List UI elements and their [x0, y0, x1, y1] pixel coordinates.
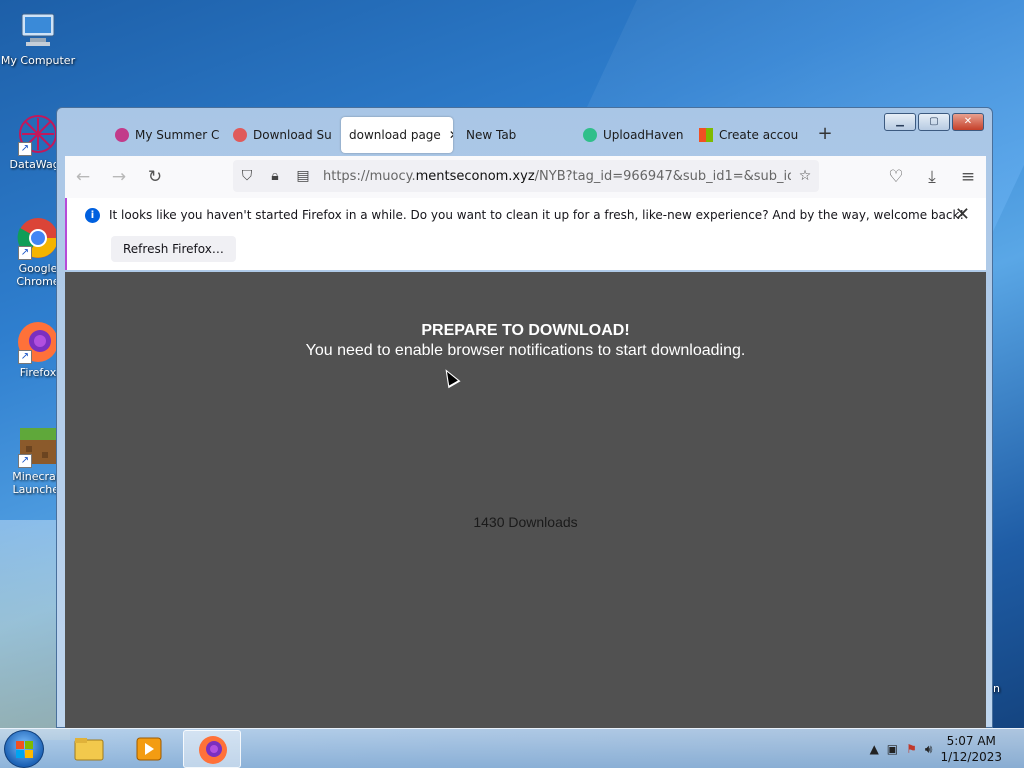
shortcut-arrow-icon: ↗ — [18, 142, 32, 156]
new-tab-button[interactable]: + — [811, 117, 839, 153]
firefox-icon — [199, 736, 227, 764]
tab-uploadhaven[interactable]: UploadHaven — [575, 117, 685, 153]
maximize-button[interactable]: ▢ — [918, 113, 950, 131]
page-title: PREPARE TO DOWNLOAD! — [421, 322, 630, 339]
tab-label: New Tab — [466, 128, 517, 142]
shortcut-arrow-icon: ↗ — [18, 454, 32, 468]
taskbar-media-player[interactable] — [120, 730, 178, 768]
network-icon[interactable]: ▣ — [887, 742, 898, 756]
url-text[interactable]: https://muocy.mentseconom.xyz/NYB?tag_id… — [317, 169, 791, 184]
minimize-button[interactable]: ▁ — [884, 113, 916, 131]
tab-download-page[interactable]: download page ✕ — [341, 117, 453, 153]
taskbar-firefox[interactable] — [183, 730, 241, 768]
back-button[interactable]: ← — [65, 161, 101, 193]
shortcut-arrow-icon: ↗ — [18, 246, 32, 260]
volume-icon[interactable]: 🔊︎ — [925, 742, 933, 757]
tab-label: Create accou — [719, 128, 799, 142]
chrome-icon: ↗ — [16, 216, 60, 260]
bookmark-star-icon[interactable]: ☆ — [791, 168, 819, 184]
taskbar: ▲ ▣ ⚑ 🔊︎ 5:07 AM 1/12/2023 — [0, 728, 1024, 768]
tab-my-summer[interactable]: My Summer C — [107, 117, 219, 153]
desktop-icon-my-computer[interactable]: My Computer — [0, 8, 76, 67]
tab-create-account[interactable]: Create accou — [691, 117, 801, 153]
tab-strip: My Summer C Download Su download page ✕ … — [65, 117, 872, 153]
microsoft-icon — [699, 128, 713, 142]
downloads-icon[interactable]: ⤓ — [914, 161, 950, 193]
system-tray: ▲ ▣ ⚑ 🔊︎ 5:07 AM 1/12/2023 — [870, 729, 1024, 768]
computer-icon — [16, 8, 60, 52]
clock-date: 1/12/2023 — [940, 750, 1002, 764]
clock[interactable]: 5:07 AM 1/12/2023 — [940, 733, 1002, 765]
shortcut-arrow-icon: ↗ — [18, 350, 32, 364]
shield-icon[interactable]: ⛉ — [233, 168, 261, 184]
page-content: PREPARE TO DOWNLOAD! You need to enable … — [65, 272, 986, 729]
reload-button[interactable]: ↻ — [137, 161, 173, 193]
info-icon: i — [85, 208, 100, 223]
firefox-window: ▁ ▢ ✕ My Summer C Download Su download p… — [56, 107, 993, 729]
navigation-bar: ← → ↻ ⛉ 🔒︎ ▤ https://muocy.mentseconom.x… — [65, 156, 986, 198]
tab-label: My Summer C — [135, 128, 219, 142]
favicon-icon — [115, 128, 129, 142]
favicon-icon — [583, 128, 597, 142]
permissions-icon[interactable]: ▤ — [289, 168, 317, 184]
close-notification-icon[interactable]: ✕ — [955, 204, 970, 225]
refresh-notification-bar: i It looks like you haven't started Fire… — [65, 198, 986, 270]
pocket-icon[interactable]: ♡ — [878, 161, 914, 193]
media-player-icon — [136, 737, 162, 761]
windows-logo-icon — [16, 741, 34, 759]
taskbar-explorer[interactable] — [60, 730, 118, 768]
notification-message: It looks like you haven't started Firefo… — [109, 208, 965, 222]
firefox-icon: ↗ — [16, 320, 60, 364]
page-subtitle: You need to enable browser notifications… — [305, 342, 746, 359]
lock-icon[interactable]: 🔒︎ — [261, 168, 289, 184]
tab-new-tab[interactable]: New Tab — [458, 117, 568, 153]
action-center-flag-icon[interactable]: ⚑ — [906, 742, 917, 756]
tab-label: UploadHaven — [603, 128, 684, 142]
tab-download-su[interactable]: Download Su — [225, 117, 335, 153]
close-tab-icon[interactable]: ✕ — [449, 128, 453, 142]
menu-icon[interactable]: ≡ — [950, 161, 986, 193]
download-count: 1430 Downloads — [473, 514, 578, 530]
refresh-firefox-button[interactable]: Refresh Firefox… — [111, 236, 236, 262]
tab-label: Download Su — [253, 128, 332, 142]
url-bar[interactable]: ⛉ 🔒︎ ▤ https://muocy.mentseconom.xyz/NYB… — [233, 160, 819, 192]
desktop-icon-label: My Computer — [0, 54, 76, 67]
datawago-icon: ↗ — [16, 112, 60, 156]
forward-button[interactable]: → — [101, 161, 137, 193]
close-window-button[interactable]: ✕ — [952, 113, 984, 131]
show-hidden-icons-icon[interactable]: ▲ — [870, 742, 879, 756]
toolbar-right: ♡ ⤓ ≡ — [878, 161, 986, 193]
folder-icon — [74, 738, 104, 761]
start-button[interactable] — [4, 730, 44, 768]
clock-time: 5:07 AM — [946, 734, 996, 748]
window-controls: ▁ ▢ ✕ — [884, 113, 984, 131]
minecraft-icon: ↗ — [16, 424, 60, 468]
tab-label: download page — [349, 128, 441, 142]
favicon-icon — [233, 128, 247, 142]
